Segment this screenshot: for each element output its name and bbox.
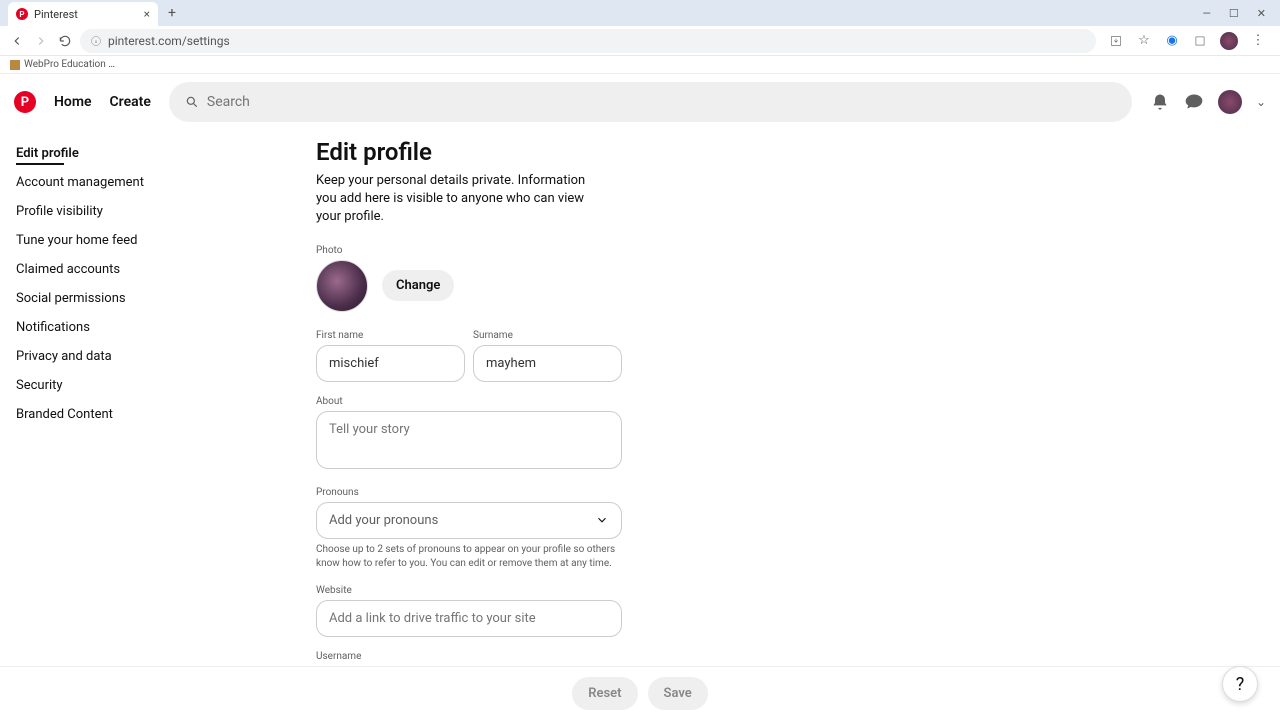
sidebar-item-tune-home-feed[interactable]: Tune your home feed — [16, 233, 176, 248]
surname-label: Surname — [473, 330, 622, 341]
bookmark-icon[interactable]: ☆ — [1136, 33, 1152, 49]
pinterest-favicon: P — [16, 8, 28, 20]
sidebar-item-branded-content[interactable]: Branded Content — [16, 407, 176, 422]
page-title: Edit profile — [316, 138, 966, 166]
install-app-icon[interactable] — [1108, 33, 1124, 49]
website-label: Website — [316, 585, 622, 596]
forward-icon — [32, 32, 50, 50]
extension-icon[interactable]: ◉ — [1164, 33, 1180, 49]
pinterest-logo-icon[interactable]: P — [14, 91, 36, 113]
username-label: Username — [316, 651, 622, 662]
address-bar: pinterest.com/settings ☆ ◉ ⋮ — [0, 26, 1280, 56]
pronouns-label: Pronouns — [316, 487, 622, 498]
close-window-icon[interactable]: ✕ — [1257, 7, 1266, 20]
site-info-icon — [90, 35, 102, 47]
chevron-down-icon[interactable]: ⌄ — [1256, 95, 1266, 109]
pronouns-hint: Choose up to 2 sets of pronouns to appea… — [316, 543, 616, 571]
close-tab-icon[interactable]: × — [144, 7, 150, 21]
profile-photo — [316, 260, 368, 312]
tab-title: Pinterest — [34, 8, 78, 21]
bookmark-favicon — [10, 60, 20, 70]
url-input[interactable]: pinterest.com/settings — [80, 29, 1096, 53]
browser-titlebar: P Pinterest × + — ☐ ✕ — [0, 0, 1280, 26]
surname-input[interactable] — [473, 345, 622, 382]
maximize-icon[interactable]: ☐ — [1229, 7, 1239, 20]
website-input[interactable] — [316, 600, 622, 637]
minimize-icon[interactable]: — — [1202, 7, 1211, 20]
bookmarks-bar: WebPro Education … — [0, 56, 1280, 74]
help-button[interactable]: ? — [1222, 666, 1258, 702]
sidebar-item-account-management[interactable]: Account management — [16, 175, 176, 190]
reload-icon[interactable] — [56, 32, 74, 50]
notifications-icon[interactable] — [1150, 92, 1170, 112]
nav-home[interactable]: Home — [54, 94, 92, 110]
photo-label: Photo — [316, 245, 966, 256]
sidebar-item-profile-visibility[interactable]: Profile visibility — [16, 204, 176, 219]
sidebar-item-privacy-data[interactable]: Privacy and data — [16, 349, 176, 364]
search-box[interactable] — [169, 82, 1132, 122]
search-icon — [185, 95, 199, 109]
browser-tab[interactable]: P Pinterest × — [8, 2, 158, 26]
browser-menu-icon[interactable]: ⋮ — [1250, 33, 1266, 49]
about-label: About — [316, 396, 622, 407]
search-input[interactable] — [207, 94, 1116, 110]
profile-avatar-browser[interactable] — [1220, 32, 1238, 50]
pronouns-placeholder: Add your pronouns — [329, 513, 438, 528]
change-photo-button[interactable]: Change — [382, 270, 454, 301]
reset-button[interactable]: Reset — [572, 677, 637, 710]
firstname-input[interactable] — [316, 345, 465, 382]
firstname-label: First name — [316, 330, 465, 341]
new-tab-button[interactable]: + — [158, 5, 186, 21]
about-textarea[interactable] — [316, 411, 622, 469]
chevron-down-icon — [595, 513, 609, 527]
footer-bar: Reset Save — [0, 666, 1280, 720]
sidebar-item-social-permissions[interactable]: Social permissions — [16, 291, 176, 306]
sidebar-item-claimed-accounts[interactable]: Claimed accounts — [16, 262, 176, 277]
nav-create[interactable]: Create — [110, 94, 151, 110]
bookmark-item[interactable]: WebPro Education … — [24, 59, 115, 70]
pronouns-select[interactable]: Add your pronouns — [316, 502, 622, 539]
sidebar-item-security[interactable]: Security — [16, 378, 176, 393]
save-button[interactable]: Save — [648, 677, 708, 710]
back-icon[interactable] — [8, 32, 26, 50]
settings-sidebar: Edit profile Account management Profile … — [16, 138, 176, 670]
profile-avatar[interactable] — [1218, 90, 1242, 114]
sidebar-item-edit-profile[interactable]: Edit profile — [16, 146, 176, 161]
url-text: pinterest.com/settings — [108, 34, 230, 48]
page-subtitle: Keep your personal details private. Info… — [316, 172, 606, 227]
app-header: P Home Create ⌄ — [0, 74, 1280, 130]
messages-icon[interactable] — [1184, 92, 1204, 112]
main-content: Edit profile Keep your personal details … — [316, 138, 966, 670]
extension-icon-2[interactable] — [1192, 33, 1208, 49]
sidebar-item-notifications[interactable]: Notifications — [16, 320, 176, 335]
